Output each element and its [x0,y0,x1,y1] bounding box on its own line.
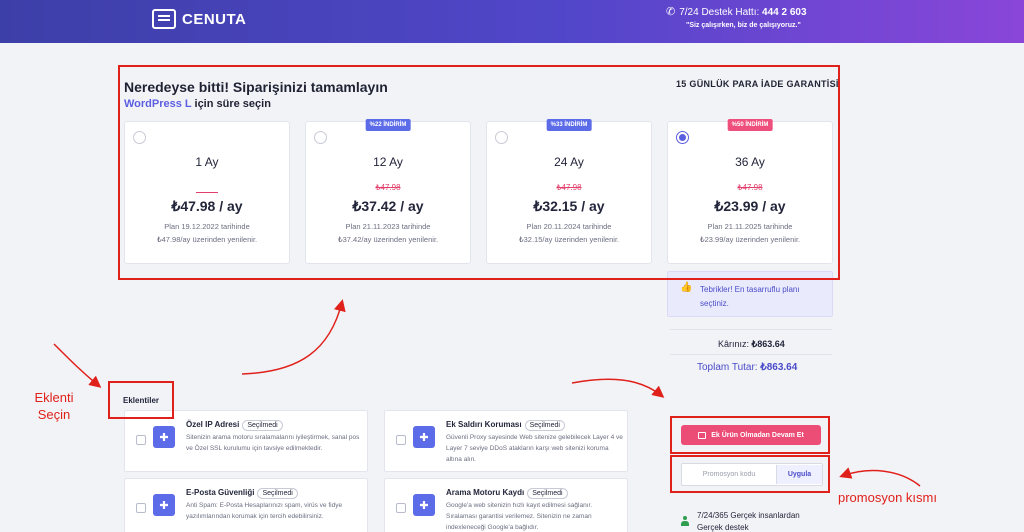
arrow-to-continue [571,378,665,398]
annotation-arrows [53,299,921,487]
arrow-to-plans [241,299,346,375]
arrow-to-promo [839,467,921,487]
arrow-to-addons [53,343,102,388]
